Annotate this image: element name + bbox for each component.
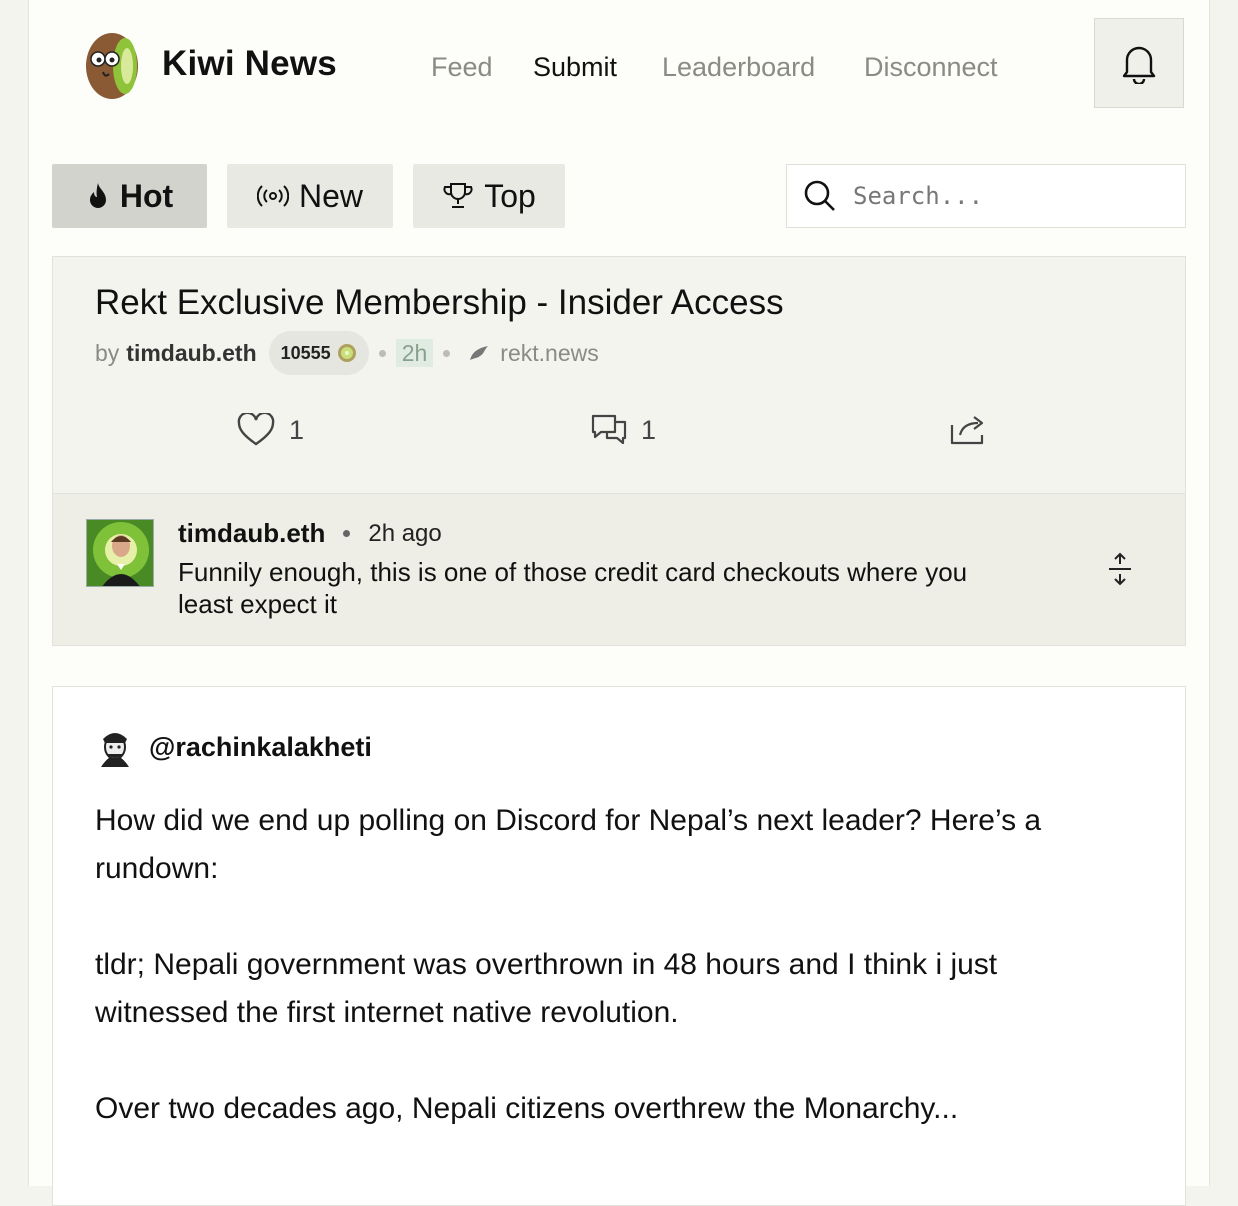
comment-author[interactable]: timdaub.eth bbox=[178, 518, 325, 549]
kiwi-coin-icon bbox=[337, 344, 356, 362]
tab-new-label: New bbox=[298, 177, 363, 214]
story-meta: by timdaub.eth 10555 2h rekt.news bbox=[95, 331, 599, 375]
like-button[interactable]: 1 bbox=[237, 413, 304, 447]
share-icon bbox=[950, 416, 984, 445]
tab-top[interactable]: Top bbox=[413, 164, 565, 228]
search-input[interactable] bbox=[851, 181, 1155, 211]
chat-bubbles-icon bbox=[591, 414, 627, 445]
story-domain-link[interactable]: rekt.news bbox=[468, 339, 599, 367]
tab-hot[interactable]: Hot bbox=[52, 164, 207, 228]
karma-badge: 10555 bbox=[268, 331, 369, 375]
share-button[interactable] bbox=[950, 413, 988, 445]
separator-dot bbox=[443, 349, 451, 357]
nav-leaderboard[interactable]: Leaderboard bbox=[662, 52, 815, 83]
cast-header: @rachinkalakheti bbox=[95, 727, 372, 767]
cast-handle[interactable]: @rachinkalakheti bbox=[149, 732, 372, 763]
story-age: 2h bbox=[395, 339, 434, 367]
broadcast-icon bbox=[256, 185, 289, 207]
brand-title[interactable]: Kiwi News bbox=[162, 44, 337, 84]
story-card: Rekt Exclusive Membership - Insider Acce… bbox=[52, 256, 1186, 646]
bell-icon bbox=[1122, 46, 1156, 84]
separator-dot bbox=[378, 349, 386, 357]
notifications-button[interactable] bbox=[1094, 18, 1184, 108]
flame-icon bbox=[89, 183, 106, 208]
like-count: 1 bbox=[289, 414, 305, 445]
comment-time: 2h ago bbox=[368, 519, 442, 547]
story-author[interactable]: timdaub.eth bbox=[126, 340, 256, 367]
search-icon bbox=[804, 180, 835, 211]
tab-new[interactable]: New bbox=[227, 164, 393, 228]
story-title[interactable]: Rekt Exclusive Membership - Insider Acce… bbox=[95, 283, 784, 323]
comment-meta: timdaub.eth 2h ago bbox=[178, 518, 442, 549]
nav-disconnect[interactable]: Disconnect bbox=[864, 52, 998, 83]
nav-submit[interactable]: Submit bbox=[533, 52, 617, 83]
kiwi-logo[interactable] bbox=[85, 28, 139, 100]
avatar[interactable] bbox=[86, 519, 154, 587]
comments-button[interactable]: 1 bbox=[591, 413, 656, 447]
tab-hot-label: Hot bbox=[119, 177, 174, 214]
trophy-icon bbox=[443, 183, 473, 208]
page: Kiwi News Feed Submit Leaderboard Discon… bbox=[28, 0, 1210, 1206]
avatar[interactable] bbox=[95, 727, 135, 767]
separator-dot bbox=[343, 530, 351, 537]
tab-top-label: Top bbox=[484, 177, 536, 214]
comment-text: Funnily enough, this is one of those cre… bbox=[178, 557, 968, 619]
story-domain: rekt.news bbox=[500, 339, 599, 366]
cast-text: How did we end up polling on Discord for… bbox=[95, 797, 1135, 1181]
cast-paragraph: tldr; Nepali government was overthrown i… bbox=[95, 948, 998, 1029]
expand-button[interactable] bbox=[1107, 552, 1133, 591]
expand-vertical-icon bbox=[1109, 552, 1131, 586]
site-favicon-icon bbox=[470, 346, 489, 360]
comment-count: 1 bbox=[641, 414, 657, 445]
heart-icon bbox=[237, 413, 275, 446]
by-label: by bbox=[95, 339, 120, 366]
cast-paragraph: How did we end up polling on Discord for… bbox=[95, 804, 1042, 885]
cast-card[interactable]: @rachinkalakheti How did we end up polli… bbox=[52, 686, 1186, 1206]
search-box[interactable] bbox=[786, 164, 1186, 228]
karma-value: 10555 bbox=[280, 342, 331, 363]
nav-feed[interactable]: Feed bbox=[431, 52, 493, 83]
cast-paragraph: Over two decades ago, Nepali citizens ov… bbox=[95, 1092, 959, 1125]
top-comment[interactable]: timdaub.eth 2h ago Funnily enough, this … bbox=[53, 493, 1185, 645]
